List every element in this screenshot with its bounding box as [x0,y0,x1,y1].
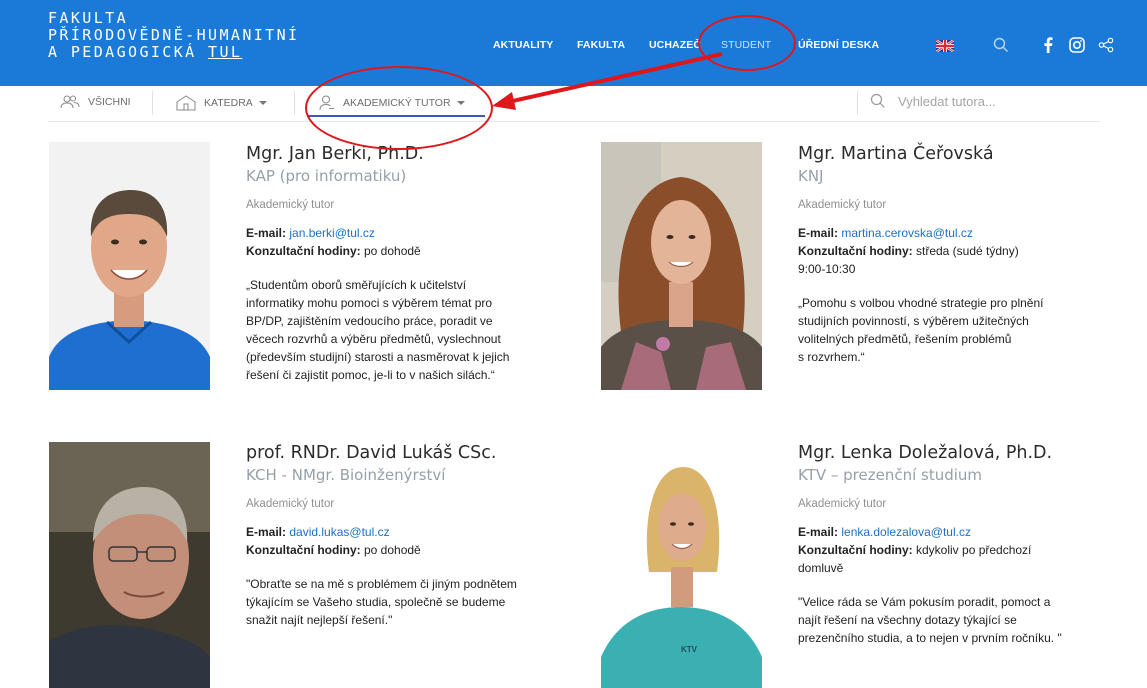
tutor-card: Mgr. Martina Čeřovská KNJ Akademický tut… [798,143,1138,366]
tutor-hours: kdykoliv po předchozí [916,543,1032,557]
tutor-email-link[interactable]: martina.cerovska@tul.cz [841,226,973,240]
quote-line: snažit najít nejlepší řešení." [246,613,393,627]
tutor-hours: po dohodě [364,543,421,557]
tutor-card: prof. RNDr. David Lukáš CSc. KCH - NMgr.… [246,442,586,629]
people-icon [60,95,80,109]
tutor-hours: po dohodě [364,244,421,258]
tutor-email-link[interactable]: jan.berki@tul.cz [289,226,375,240]
tutor-card: Mgr. Jan Berki, Ph.D. KAP (pro informati… [246,143,586,384]
quote-line: týkajícím se Vašeho studia, společně se … [246,595,506,609]
nav-student[interactable]: STUDENT [721,39,771,51]
hours-label: Konzultační hodiny: [798,244,913,258]
email-label: E-mail: [246,525,287,539]
hours-label: Konzultační hodiny: [798,543,913,557]
quote-line: BP/DP, zajištěním vedoucího práce, porad… [246,314,493,328]
tutor-photo: KTV [601,442,762,688]
shirt-ktv-text: KTV [681,645,698,654]
quote-line: „Studentům oborů směřujících k učitelstv… [246,278,467,292]
person-icon [319,95,334,111]
tutor-name: Mgr. Martina Čeřovská [798,144,994,164]
email-label: E-mail: [798,226,839,240]
chevron-down-icon [258,101,267,105]
share-icon[interactable] [1095,34,1117,56]
tutor-quote: "Obraťte se na mě s problémem či jiným p… [246,575,586,629]
hours-label: Konzultační hodiny: [246,244,361,258]
search-icon[interactable] [990,34,1012,56]
tutor-search [870,93,1098,109]
filter-separator [152,91,153,115]
filter-bar-divider [48,121,1100,122]
filter-all[interactable]: VŠICHNI [60,95,131,109]
nav-uchazec[interactable]: UCHAZEČ [649,39,701,51]
tutor-role: Akademický tutor [246,498,335,510]
tutor-hours: středa (sudé týdny) [916,244,1019,258]
tutor-quote: „Studentům oborů směřujících k učitelstv… [246,276,586,384]
logo-line-3-text: A PEDAGOGICKÁ [48,43,197,61]
tutor-role: Akademický tutor [798,199,887,211]
quote-line: informatiky mohu pomoci s výběrem témat … [246,296,493,310]
filter-all-label: VŠICHNI [88,96,131,108]
quote-line: najít řešení na všechny dotazy týkající … [798,613,1017,627]
quote-line: "Velice ráda se Vám pokusím poradit, pom… [798,595,1051,609]
nav-uredni-deska[interactable]: ÚŘEDNÍ DESKA [798,39,879,51]
tutor-contact: E-mail: david.lukas@tul.cz Konzultační h… [246,523,586,559]
tutor-photo [601,142,762,390]
filter-separator [857,91,858,115]
logo-line-1: FAKULTA [48,9,129,27]
filter-department-label: KATEDRA [204,97,253,109]
tutor-card: Mgr. Lenka Doležalová, Ph.D. KTV – preze… [798,442,1138,647]
quote-line: s rozvrhem.“ [798,350,865,364]
quote-line: „Pomohu s volbou vhodné strategie pro pl… [798,296,1044,310]
filter-department[interactable]: KATEDRA [176,95,267,111]
facebook-icon[interactable] [1037,34,1059,56]
tutor-email-link[interactable]: lenka.dolezalova@tul.cz [841,525,971,539]
tutor-role: Akademický tutor [798,498,887,510]
nav-aktuality[interactable]: AKTUALITY [493,39,553,51]
instagram-icon[interactable] [1066,34,1088,56]
email-label: E-mail: [246,226,287,240]
tutor-department: KCH - NMgr. Bioinženýrství [246,466,446,484]
chevron-down-icon [456,101,465,105]
filter-academic-tutor[interactable]: AKADEMICKÝ TUTOR [319,95,465,111]
tutor-department: KNJ [798,167,824,185]
email-label: E-mail: [798,525,839,539]
tutor-contact: E-mail: jan.berki@tul.cz Konzultační hod… [246,224,586,260]
tutor-role: Akademický tutor [246,199,335,211]
quote-line: studijních povinností, s výběrem užitečn… [798,314,1029,328]
uk-flag-icon[interactable] [936,40,954,52]
building-icon [176,95,196,111]
quote-line: věcech rozvrhů a výběru předmětů, vyslec… [246,332,501,346]
tutor-search-input[interactable] [898,93,1098,109]
nav-fakulta[interactable]: FAKULTA [577,39,625,51]
tutor-department: KTV – prezenční studium [798,466,983,484]
site-header: FAKULTA PŘÍRODOVĚDNĚ-HUMANITNÍ A PEDAGOG… [0,0,1147,86]
quote-line: prezenčního studia, a to nejen v prvním … [798,631,1062,645]
tutor-hours-time: 9:00-10:30 [798,262,856,276]
tutor-hours-continued: domluvě [798,561,844,575]
logo-line-3: A PEDAGOGICKÁ TUL [48,44,299,61]
logo-line-2: PŘÍRODOVĚDNĚ-HUMANITNÍ [48,26,300,44]
tutor-name: Mgr. Jan Berki, Ph.D. [246,144,424,164]
quote-line: volitelných předmětů, řešením problémů [798,332,1012,346]
tutor-contact: E-mail: martina.cerovska@tul.cz Konzulta… [798,224,1138,278]
faculty-logo[interactable]: FAKULTA PŘÍRODOVĚDNĚ-HUMANITNÍ A PEDAGOG… [48,10,299,61]
hours-label: Konzultační hodiny: [246,543,361,557]
active-filter-indicator [307,115,485,117]
quote-line: řešení či zajistit pomoc, je-li to v naš… [246,368,495,382]
logo-tul: TUL [208,43,243,61]
filter-separator [294,91,295,115]
search-icon [870,93,885,108]
tutor-quote: „Pomohu s volbou vhodné strategie pro pl… [798,294,1138,366]
tutor-name: prof. RNDr. David Lukáš CSc. [246,443,497,463]
tutor-quote: "Velice ráda se Vám pokusím poradit, pom… [798,593,1138,647]
filter-academic-tutor-label: AKADEMICKÝ TUTOR [343,97,451,109]
tutor-email-link[interactable]: david.lukas@tul.cz [289,525,389,539]
tutor-department: KAP (pro informatiku) [246,167,407,185]
quote-line: (především studijní) starosti a nasměrov… [246,350,510,364]
tutor-photo [49,442,210,688]
tutor-contact: E-mail: lenka.dolezalova@tul.cz Konzulta… [798,523,1138,577]
tutor-name: Mgr. Lenka Doležalová, Ph.D. [798,443,1053,463]
tutor-photo [49,142,210,390]
quote-line: "Obraťte se na mě s problémem či jiným p… [246,577,517,591]
